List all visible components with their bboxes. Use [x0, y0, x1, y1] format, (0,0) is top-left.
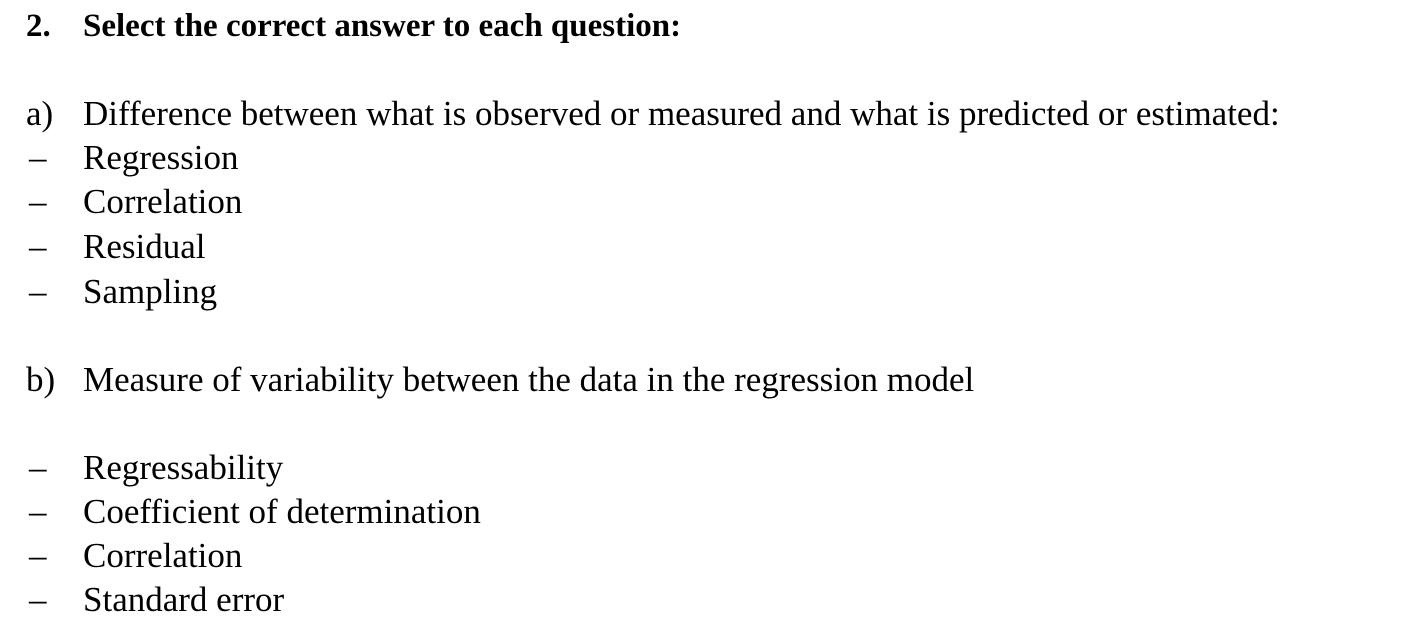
option-item[interactable]: – Correlation [26, 534, 242, 578]
option-label: Sampling [83, 272, 218, 311]
option-item[interactable]: – Sampling [26, 270, 217, 314]
dash-icon: – [29, 580, 47, 619]
option-label: Regression [83, 138, 239, 177]
question-label: b) [26, 360, 56, 399]
dash-icon: – [29, 536, 47, 575]
option-label: Standard error [83, 580, 285, 619]
dash-icon: – [29, 272, 47, 311]
dash-icon: – [29, 492, 47, 531]
dash-icon: – [29, 448, 47, 487]
dash-icon: – [29, 182, 47, 221]
question-a: a) Difference between what is observed or… [26, 92, 1280, 136]
question-text: Difference between what is observed or m… [83, 94, 1280, 133]
section-heading: 2. Select the correct answer to each ques… [26, 5, 681, 47]
section-number: 2. [26, 8, 51, 44]
question-text: Measure of variability between the data … [83, 360, 975, 399]
dash-icon: – [29, 227, 47, 266]
question-label: a) [26, 94, 54, 133]
option-item[interactable]: – Regression [26, 136, 239, 180]
option-item[interactable]: – Regressability [26, 446, 283, 490]
option-item[interactable]: – Coefficient of determination [26, 490, 481, 534]
option-label: Regressability [83, 448, 284, 487]
option-label: Residual [83, 227, 206, 266]
option-item[interactable]: – Residual [26, 225, 205, 269]
option-label: Correlation [83, 536, 243, 575]
option-label: Coefficient of determination [83, 492, 481, 531]
question-b: b) Measure of variability between the dat… [26, 358, 974, 402]
option-item[interactable]: – Standard error [26, 578, 284, 622]
option-label: Correlation [83, 182, 243, 221]
section-title: Select the correct answer to each questi… [83, 8, 682, 44]
dash-icon: – [29, 138, 47, 177]
option-item[interactable]: – Correlation [26, 180, 242, 224]
